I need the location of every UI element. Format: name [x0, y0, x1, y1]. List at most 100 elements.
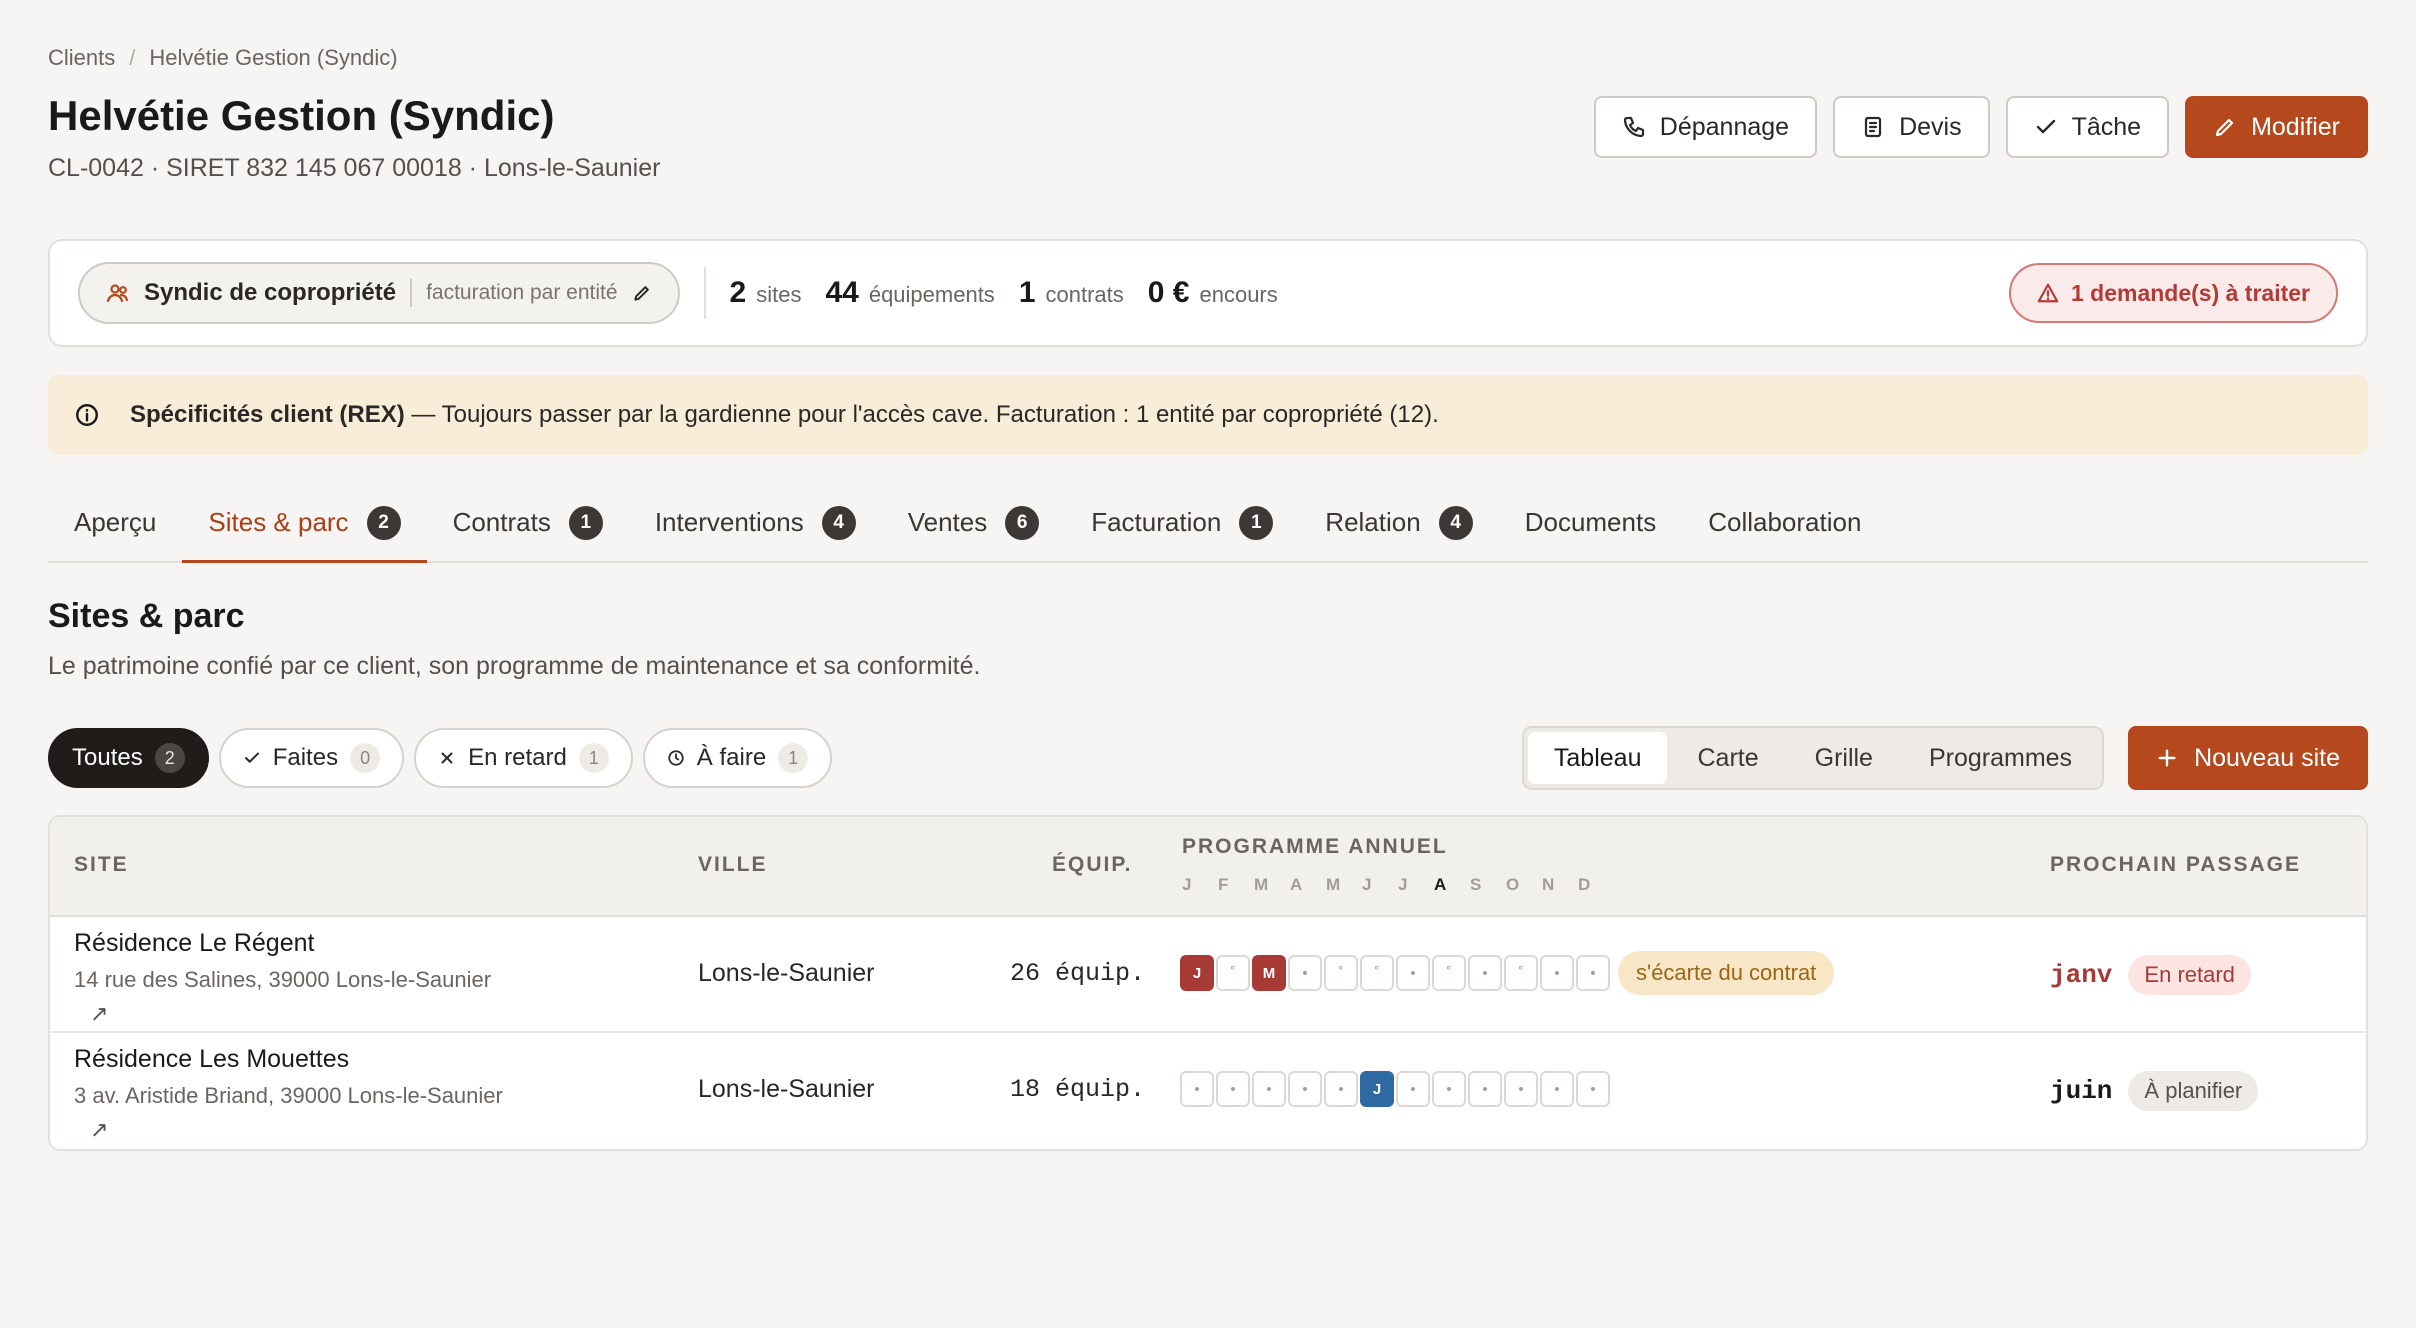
month-cell[interactable]: M [1252, 955, 1286, 991]
rex-content: Spécificités client (REX) — Toujours pas… [130, 401, 1439, 429]
pencil-icon [2215, 118, 2234, 137]
tab-label: Interventions [654, 507, 804, 537]
site-city: Lons-le-Saunier [698, 1075, 875, 1103]
header-site[interactable]: SITE [74, 853, 129, 877]
devis-label: Devis [1899, 112, 1962, 141]
header-equip[interactable]: ÉQUIP. [1052, 853, 1132, 877]
month-cell[interactable]: • [1396, 1071, 1430, 1107]
client-type-pill[interactable]: Syndic de copropriété facturation par en… [78, 262, 680, 324]
month-cell[interactable]: • [1504, 1071, 1538, 1107]
check-icon [244, 752, 259, 763]
month-cell[interactable]: • [1576, 955, 1610, 991]
filter-label: Faites [272, 744, 339, 771]
next-visit: juin À planifier [2050, 1071, 2259, 1111]
month-initial: J [1398, 875, 1408, 894]
site-equipment-count: 26 équip. [1010, 959, 1146, 988]
view-grille[interactable]: Grille [1789, 732, 1899, 784]
table-row[interactable]: Résidence Le Régent 14 rue des Salines, … [50, 917, 2366, 1033]
month-cell[interactable]: • [1288, 1071, 1322, 1107]
month-initial: M [1326, 875, 1341, 894]
month-initial: O [1506, 875, 1520, 894]
tab-documents[interactable]: Documents [1499, 485, 1683, 563]
month-cell[interactable]: • [1288, 955, 1322, 991]
modifier-label: Modifier [2251, 112, 2340, 141]
x-icon [441, 752, 453, 764]
tache-button[interactable]: Tâche [2005, 96, 2170, 158]
page-title: Helvétie Gestion (Syndic) [48, 92, 555, 139]
month-cell[interactable]: ˚ [1360, 955, 1394, 991]
info-icon [76, 404, 98, 426]
tab-collaboration[interactable]: Collaboration [1682, 485, 1887, 563]
filter-a-faire[interactable]: À faire 1 [642, 728, 833, 788]
pill-divider [410, 279, 413, 307]
breadcrumb-clients-link[interactable]: Clients [48, 45, 115, 71]
month-cell[interactable]: • [1180, 1071, 1214, 1107]
month-initial: J [1362, 875, 1372, 894]
tab-ventes[interactable]: Ventes 6 [882, 485, 1066, 563]
header-ville[interactable]: VILLE [698, 853, 768, 877]
site-name[interactable]: Résidence Les Mouettes [74, 1045, 349, 1074]
month-cell[interactable]: ˚ [1432, 955, 1466, 991]
month-cell[interactable]: • [1576, 1071, 1610, 1107]
open-external-icon[interactable]: ↗ [90, 1001, 108, 1027]
next-visit: janv En retard [2050, 955, 2251, 995]
view-programmes[interactable]: Programmes [1903, 732, 2098, 784]
month-cell[interactable]: • [1468, 955, 1502, 991]
client-meta: CL-0042 · SIRET 832 145 067 00018 · Lons… [48, 154, 661, 182]
month-cell[interactable]: • [1396, 955, 1430, 991]
filter-faites[interactable]: Faites 0 [218, 728, 405, 788]
month-cell[interactable]: ˚ [1216, 955, 1250, 991]
month-cell[interactable]: J [1360, 1071, 1394, 1107]
month-cell[interactable]: • [1540, 1071, 1574, 1107]
stat-encours-value: 0 € [1147, 276, 1190, 309]
month-cell[interactable]: ˚ [1324, 955, 1358, 991]
tache-label: Tâche [2071, 112, 2142, 141]
rex-notice: Spécificités client (REX) — Toujours pas… [48, 375, 2368, 455]
view-tableau[interactable]: Tableau [1527, 732, 1668, 784]
month-initial: A [1434, 875, 1447, 894]
modifier-button[interactable]: Modifier [2185, 96, 2368, 158]
tab-count-badge: 4 [821, 505, 856, 540]
status-badge: À planifier [2128, 1071, 2259, 1111]
month-cell[interactable]: J [1180, 955, 1214, 991]
rex-text: — Toujours passer par la gardienne pour … [411, 401, 1439, 428]
annual-program-calendar: • • • • • J • • • • • • [1180, 1071, 1610, 1107]
header-prochain-passage[interactable]: PROCHAIN PASSAGE [2050, 853, 2301, 877]
header-actions: Dépannage Devis Tâche Modifier [1593, 96, 2368, 158]
header-programme: PROGRAMME ANNUEL [1182, 835, 1448, 858]
depannage-label: Dépannage [1659, 112, 1790, 141]
open-external-icon[interactable]: ↗ [90, 1117, 108, 1143]
pending-requests-button[interactable]: 1 demande(s) à traiter [2008, 263, 2338, 323]
depannage-button[interactable]: Dépannage [1593, 96, 1818, 158]
stat-equipements-value: 44 [825, 276, 859, 309]
rex-title: Spécificités client (REX) [130, 401, 405, 428]
tab-apercu[interactable]: Aperçu [48, 485, 182, 563]
filter-count: 0 [350, 743, 381, 773]
tab-sites-parc[interactable]: Sites & parc 2 [182, 485, 427, 563]
month-cell[interactable]: • [1540, 955, 1574, 991]
filter-toutes[interactable]: Toutes 2 [48, 728, 209, 788]
month-cell[interactable]: ˚ [1504, 955, 1538, 991]
month-initial: N [1542, 875, 1555, 894]
filter-label: En retard [468, 744, 567, 771]
tab-interventions[interactable]: Interventions 4 [629, 485, 882, 563]
month-cell[interactable]: • [1468, 1071, 1502, 1107]
filter-label: Toutes [72, 744, 143, 771]
filter-en-retard[interactable]: En retard 1 [414, 728, 633, 788]
edit-pencil-icon[interactable] [632, 283, 652, 303]
stat-contrats-unit: contrats [1045, 282, 1124, 307]
tab-relation[interactable]: Relation 4 [1299, 485, 1498, 563]
pending-requests-label: 1 demande(s) à traiter [2070, 279, 2310, 306]
view-carte[interactable]: Carte [1671, 732, 1784, 784]
tab-facturation[interactable]: Facturation 1 [1065, 485, 1299, 563]
month-cell[interactable]: • [1216, 1071, 1250, 1107]
month-cell[interactable]: • [1252, 1071, 1286, 1107]
new-site-button[interactable]: Nouveau site [2128, 726, 2368, 790]
tab-contrats[interactable]: Contrats 1 [427, 485, 629, 563]
table-row[interactable]: Résidence Les Mouettes 3 av. Aristide Br… [50, 1033, 2366, 1149]
month-cell[interactable]: • [1324, 1071, 1358, 1107]
month-cell[interactable]: • [1432, 1071, 1466, 1107]
summary-divider [703, 267, 706, 319]
site-name[interactable]: Résidence Le Régent [74, 929, 314, 958]
devis-button[interactable]: Devis [1833, 96, 1990, 158]
